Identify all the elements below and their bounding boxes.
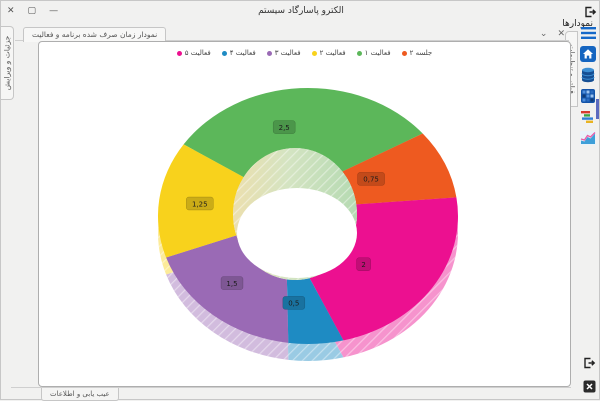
selected-chart-indicator: [596, 99, 599, 119]
legend-label: جلسه ۲: [410, 49, 433, 57]
legend-item: فعالیت ۵: [177, 49, 211, 57]
svg-text:2: 2: [361, 261, 365, 269]
svg-text:1,5: 1,5: [226, 280, 237, 288]
legend-label: فعالیت ۳: [275, 49, 301, 57]
legend-item: فعالیت ۱: [357, 49, 391, 57]
slice-value-label: 2: [357, 258, 371, 271]
legend-item: جلسه ۲: [402, 49, 433, 57]
document-tab[interactable]: نمودار زمان صرف شده برنامه و فعالیت: [23, 27, 166, 42]
svg-text:1,25: 1,25: [192, 200, 208, 208]
legend-dot: [177, 51, 182, 56]
close-panel-icon[interactable]: [583, 378, 596, 397]
title-bar: ✕ ▢ — الکترو پاسارگاد سیستم: [1, 1, 600, 21]
chart-legend: فعالیت ۵ فعالیت ۴ فعالیت ۳ فعالیت ۲ فعالیت ۱…: [39, 49, 570, 57]
donut-chart: 2,5 0,75 2 0,5 1,5 1,25: [39, 42, 572, 388]
slice-value-label: 1,25: [186, 197, 213, 210]
svg-text:2,5: 2,5: [279, 124, 290, 132]
chart-panel: 2,50,7520,51,51,25 فعالیت ۵فعالیت ۴فعالی…: [38, 41, 571, 387]
donut-hole: [237, 188, 357, 278]
legend-label: فعالیت ۲: [320, 49, 346, 57]
legend-dot: [267, 51, 272, 56]
menu-icon[interactable]: [580, 25, 596, 41]
details-edit-tab[interactable]: جزئیات و ویرایش: [1, 26, 14, 100]
exit-icon[interactable]: [582, 355, 596, 374]
bottom-right-icons: [582, 355, 596, 397]
legend-dot: [402, 51, 407, 56]
database-icon[interactable]: [580, 67, 596, 83]
troubleshooting-tab[interactable]: عیب یابی و اطلاعات: [41, 388, 119, 401]
svg-text:0,75: 0,75: [363, 176, 379, 184]
home-icon[interactable]: [580, 46, 596, 62]
legend-label: فعالیت ۴: [230, 49, 256, 57]
gantt-chart-icon[interactable]: [580, 109, 596, 125]
slice-value-label: 2,5: [273, 121, 295, 134]
legend-item: فعالیت ۳: [267, 49, 301, 57]
legend-item: فعالیت ۲: [312, 49, 346, 57]
legend-label: فعالیت ۱: [365, 49, 391, 57]
document-tab-label: نمودار زمان صرف شده برنامه و فعالیت: [32, 30, 157, 39]
legend-dot: [357, 51, 362, 56]
document-tab-controls: ⌄ ✕: [540, 27, 565, 41]
svg-text:0,5: 0,5: [288, 300, 299, 308]
area-chart-icon[interactable]: [580, 130, 596, 146]
close-tab-icon[interactable]: ✕: [557, 29, 565, 39]
heatmap-icon[interactable]: [580, 88, 596, 104]
legend-dot: [222, 51, 227, 56]
sidebar-icon-strip: [579, 25, 597, 146]
slice-value-label: 0,5: [283, 296, 305, 309]
legend-dot: [312, 51, 317, 56]
chevron-down-icon[interactable]: ⌄: [540, 29, 548, 39]
troubleshooting-tab-label: عیب یابی و اطلاعات: [50, 390, 110, 398]
slice-value-label: 1,5: [221, 277, 243, 290]
details-edit-tab-label: جزئیات و ویرایش: [3, 36, 12, 90]
slice-value-label: 0,75: [358, 172, 385, 185]
legend-label: فعالیت ۵: [185, 49, 211, 57]
legend-item: فعالیت ۴: [222, 49, 256, 57]
window-title: الکترو پاسارگاد سیستم: [1, 1, 600, 21]
